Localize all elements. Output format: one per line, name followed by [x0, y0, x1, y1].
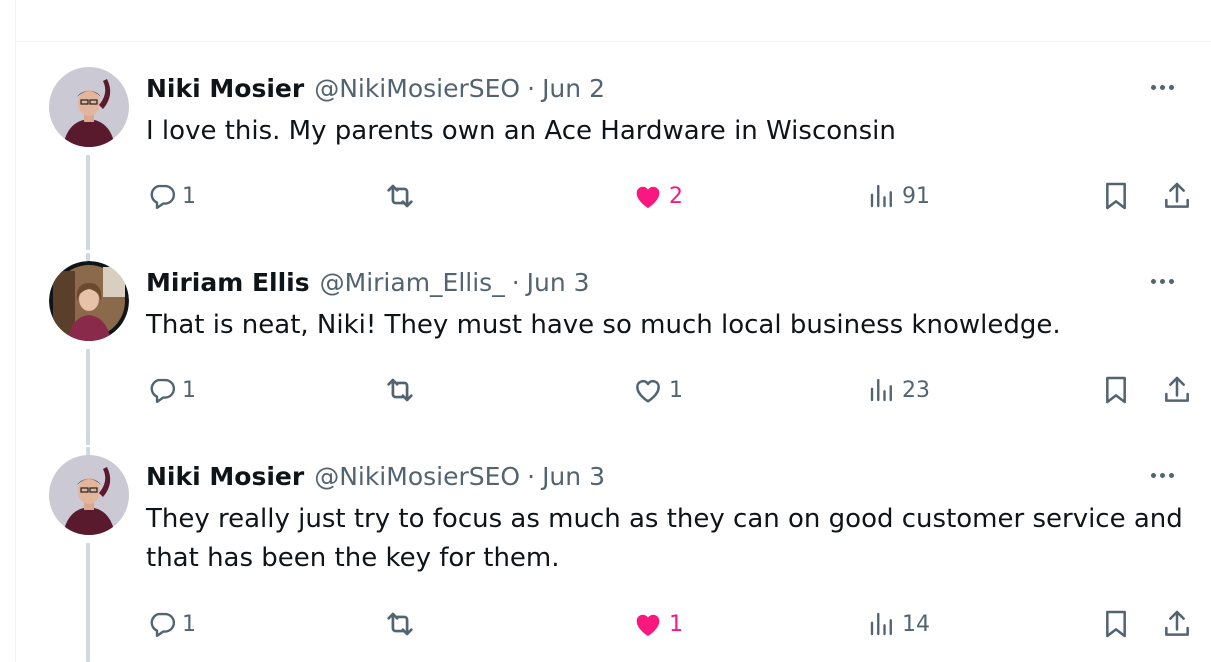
analytics-icon [870, 612, 892, 636]
reply-count: 1 [182, 611, 196, 637]
retweet-button[interactable] [383, 604, 422, 644]
share-icon [1165, 610, 1189, 636]
author-name[interactable]: Niki Mosier [146, 462, 304, 491]
tweet-header: Niki Mosier @NikiMosierSEO · Jun 3 [146, 458, 605, 494]
like-button[interactable]: 1 [632, 604, 683, 644]
bookmark-button[interactable] [1100, 604, 1132, 644]
avatar[interactable] [49, 455, 129, 535]
heart-icon [636, 614, 660, 636]
tweet-actions: 1 1 14 [16, 604, 1211, 644]
author-handle[interactable]: @NikiMosierSEO [314, 462, 520, 491]
retweet-icon [387, 612, 413, 636]
reply-icon [150, 612, 176, 638]
tweet-text: They really just try to focus as much as… [146, 504, 1183, 573]
bookmark-icon [1106, 610, 1126, 638]
like-count: 1 [669, 611, 683, 637]
reply-button[interactable]: 1 [147, 604, 196, 644]
more-icon[interactable] [1144, 457, 1180, 493]
thread-line [86, 543, 90, 662]
separator: · [527, 461, 536, 491]
tweet[interactable]: Niki Mosier @NikiMosierSEO · Jun 3 They … [16, 0, 1211, 662]
views-count: 14 [902, 611, 930, 637]
views-button[interactable]: 14 [867, 604, 930, 644]
share-button[interactable] [1161, 604, 1193, 644]
tweet-date[interactable]: Jun 3 [542, 462, 605, 491]
